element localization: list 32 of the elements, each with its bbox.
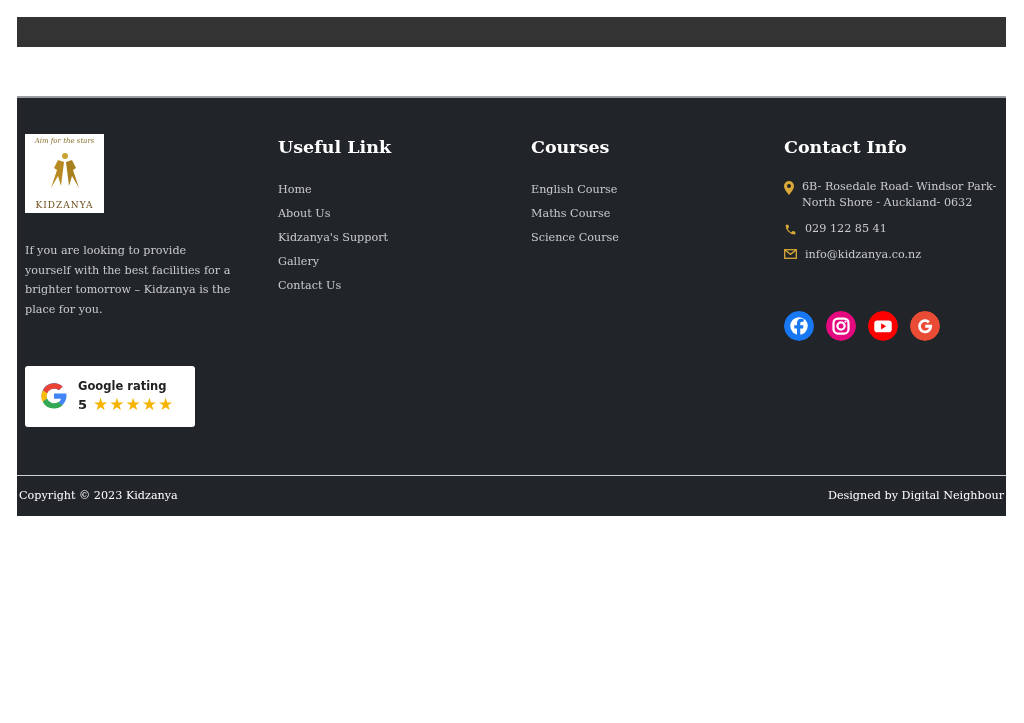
google-rating-badge[interactable]: Google rating 5 ★★★★★ <box>25 365 195 427</box>
footer-link[interactable]: Gallery <box>278 253 320 271</box>
footer-link[interactable]: Science Course <box>531 229 619 247</box>
rating-score: 5 <box>78 397 88 413</box>
instagram-icon[interactable] <box>826 311 856 341</box>
column-heading: Contact Info <box>784 137 908 157</box>
contact-text: 029 122 85 41 <box>805 221 887 237</box>
envelope-icon <box>784 249 797 259</box>
star-icon: ★ <box>93 396 109 414</box>
facebook-icon[interactable] <box>784 311 814 341</box>
copyright-text: Copyright © 2023 Kidzanya <box>19 489 178 503</box>
footer-link[interactable]: Home <box>278 181 312 199</box>
footer-link[interactable]: Contact Us <box>278 277 342 295</box>
rating-label: Google rating <box>78 379 168 394</box>
star-icon: ★ <box>125 396 141 414</box>
footer-link[interactable]: About Us <box>278 205 331 223</box>
contact-text: 6B- Rosedale Road- Windsor Park- North Shore - Auckland- 0632 <box>802 179 998 211</box>
footer-link[interactable]: Maths Course <box>531 205 611 223</box>
footer-link[interactable]: Kidzanya's Support <box>278 229 388 247</box>
youtube-icon[interactable] <box>868 311 898 341</box>
column-heading: Courses <box>531 137 611 157</box>
phone-icon <box>784 223 797 236</box>
star-icon: ★ <box>109 396 125 414</box>
footer-link[interactable]: English Course <box>531 181 618 199</box>
about-text: If you are looking to provide yourself with the best facilities for a brighter tomorrow – Kidzanya is the place for you. <box>25 243 232 319</box>
column-heading: Useful Link <box>278 137 393 157</box>
credit-text: Designed by Digital Neighbour <box>827 489 1004 503</box>
map-pin-icon <box>784 181 794 195</box>
contact-text: info@kidzanya.co.nz <box>805 247 922 263</box>
google-icon[interactable] <box>910 311 940 341</box>
star-icon: ★ <box>141 396 158 414</box>
star-icon: ★ <box>158 396 174 414</box>
